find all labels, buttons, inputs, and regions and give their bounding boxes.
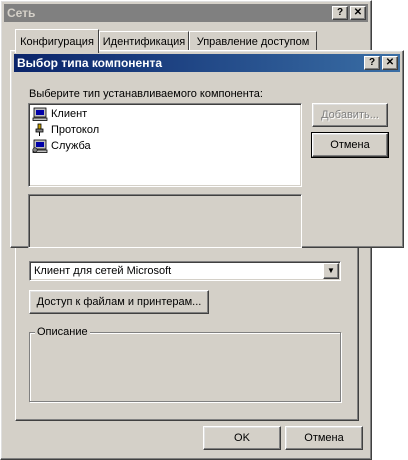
- file-sharing-button[interactable]: Доступ к файлам и принтерам...: [29, 290, 209, 314]
- protocol-plug-icon: [35, 123, 44, 136]
- client-computer-icon: [32, 107, 48, 121]
- cancel-button[interactable]: Отмена: [285, 426, 363, 450]
- logon-select-value: Клиент для сетей Microsoft: [34, 265, 172, 277]
- logon-select[interactable]: Клиент для сетей Microsoft ▼: [29, 261, 341, 281]
- description-group: [29, 332, 341, 402]
- chevron-down-icon[interactable]: ▼: [323, 263, 339, 279]
- component-dialog-title: Выбор типа компонента: [17, 56, 163, 70]
- list-item-protocol[interactable]: Протокол: [32, 122, 99, 138]
- close-button[interactable]: ✕: [382, 56, 398, 70]
- component-description-box: [28, 194, 302, 248]
- list-item-label: Протокол: [51, 124, 100, 136]
- component-list[interactable]: Клиент Протокол Служба: [28, 103, 302, 187]
- add-button[interactable]: Добавить...: [312, 103, 388, 127]
- tab-access-control[interactable]: Управление доступом: [189, 31, 317, 51]
- close-button[interactable]: ✕: [350, 6, 366, 20]
- cancel-button[interactable]: Отмена: [311, 132, 389, 158]
- list-item-label: Служба: [51, 140, 91, 152]
- network-dialog-title: Сеть: [7, 6, 36, 20]
- tab-configuration[interactable]: Конфигурация: [15, 29, 99, 53]
- help-button[interactable]: ?: [332, 6, 348, 20]
- list-item-service[interactable]: Служба: [32, 138, 91, 154]
- component-dialog-titlebar[interactable]: Выбор типа компонента ? ✕: [14, 54, 400, 72]
- component-prompt: Выберите тип устанавливаемого компонента…: [29, 88, 263, 100]
- list-item-label: Клиент: [51, 108, 88, 120]
- component-type-dialog: Выбор типа компонента ? ✕ Выберите тип у…: [10, 50, 404, 248]
- description-label: Описание: [35, 326, 90, 338]
- tab-identification[interactable]: Идентификация: [99, 31, 189, 51]
- ok-button[interactable]: OK: [203, 426, 281, 450]
- help-button[interactable]: ?: [364, 56, 380, 70]
- network-dialog-titlebar[interactable]: Сеть ? ✕: [4, 4, 368, 22]
- list-item-client[interactable]: Клиент: [32, 106, 87, 122]
- service-computer-icon: [32, 139, 48, 153]
